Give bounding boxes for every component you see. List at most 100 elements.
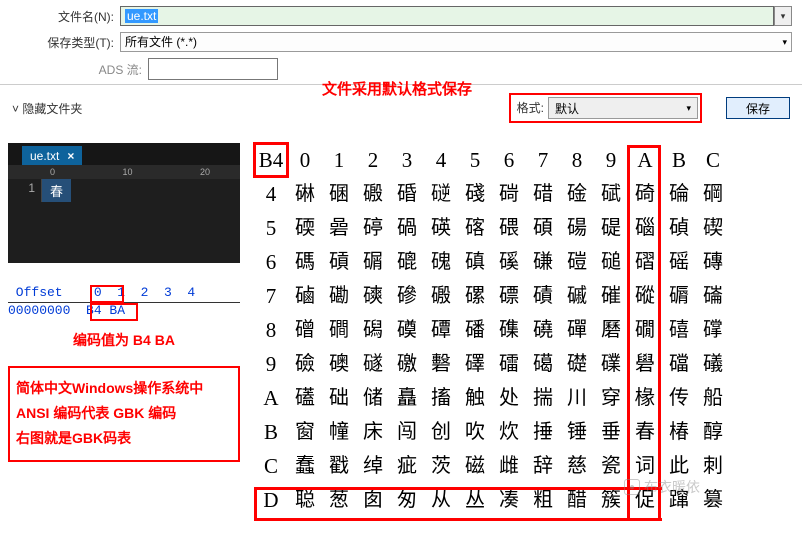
gbk-cell: 穿 [594, 381, 628, 415]
gbk-cell: 磫 [628, 279, 662, 313]
ads-input[interactable] [148, 58, 278, 80]
gbk-col-header: 6 [492, 143, 526, 177]
gbk-cell: 碅 [322, 177, 356, 211]
gbk-cell: 碵 [662, 211, 696, 245]
filename-input[interactable]: ue.txt [120, 6, 774, 26]
gbk-col-header: 5 [458, 143, 492, 177]
gbk-cell: 碮 [594, 211, 628, 245]
gbk-row-header: 9 [254, 347, 288, 381]
gbk-note-line: ANSI 编码代表 GBK 编码 [16, 401, 232, 426]
gbk-cell: 垂 [594, 415, 628, 449]
gbk-cell: 礆 [288, 347, 322, 381]
gbk-cell: 碖 [662, 177, 696, 211]
gbk-cell: 磹 [424, 313, 458, 347]
gbk-cell: 磳 [288, 313, 322, 347]
gbk-cell: 醋 [560, 483, 594, 517]
gbk-cell: 礇 [322, 347, 356, 381]
gbk-cell: 磥 [458, 279, 492, 313]
gbk-cell: 幢 [322, 415, 356, 449]
gbk-cell: 闯 [390, 415, 424, 449]
annotation-gbk-note: 简体中文Windows操作系统中 ANSI 编码代表 GBK 编码 右图就是GB… [8, 366, 240, 462]
gbk-cell: 碝 [288, 211, 322, 245]
gbk-cell: 茨 [424, 449, 458, 483]
gbk-cell: 蠢 [288, 449, 322, 483]
gbk-cell: 碿 [356, 245, 390, 279]
gbk-cell: 搐 [424, 381, 458, 415]
ruler-tick: 20 [200, 167, 210, 177]
gbk-cell: 碠 [356, 211, 390, 245]
gbk-col-header: 3 [390, 143, 424, 177]
gbk-cell: 吹 [458, 415, 492, 449]
gbk-cell: 椿 [662, 415, 696, 449]
gbk-col-header: A [628, 143, 662, 177]
gbk-cell: 磏 [526, 245, 560, 279]
gbk-cell: 碨 [492, 211, 526, 245]
gbk-cell: 词 [628, 449, 662, 483]
gbk-cell: 碭 [560, 211, 594, 245]
gbk-cell: 碄 [288, 177, 322, 211]
gbk-cell: 础 [322, 381, 356, 415]
gbk-col-header: B [662, 143, 696, 177]
gbk-row-header: D [254, 483, 288, 517]
gbk-cell: 礑 [662, 347, 696, 381]
gbk-row-header: C [254, 449, 288, 483]
gbk-cell: 礋 [458, 347, 492, 381]
format-select[interactable]: 默认 ▾ [548, 97, 698, 119]
annotation-code-value: 编码值为 B4 BA [8, 330, 240, 350]
ruler: 0 10 20 [8, 165, 240, 179]
gbk-cell: 绰 [356, 449, 390, 483]
gbk-cell: 碼 [288, 245, 322, 279]
gbk-cell: 碕 [628, 177, 662, 211]
gbk-row-header: 6 [254, 245, 288, 279]
gbk-cell: 磣 [390, 279, 424, 313]
code-line[interactable]: 春 [42, 179, 71, 202]
gbk-lead-byte: B4 [254, 143, 288, 177]
filetype-value: 所有文件 (*.*) [125, 33, 197, 51]
save-button[interactable]: 保存 [726, 97, 790, 119]
gbk-note-line: 右图就是GBK码表 [16, 426, 232, 451]
gbk-col-header: 8 [560, 143, 594, 177]
editor-tab[interactable]: ue.txt × [22, 146, 82, 165]
filename-value: ue.txt [125, 9, 158, 23]
format-label: 格式: [513, 97, 548, 119]
gbk-cell: 春 [628, 415, 662, 449]
gbk-cell: 碏 [526, 177, 560, 211]
gbk-cell: 磁 [458, 449, 492, 483]
gbk-cell: 碞 [322, 211, 356, 245]
ruler-tick: 10 [122, 167, 132, 177]
gbk-col-header: 1 [322, 143, 356, 177]
gbk-cell: 川 [560, 381, 594, 415]
hex-row: 00000000 B4 BA [8, 303, 240, 318]
gbk-cell: 碊 [458, 177, 492, 211]
gbk-cell: 磦 [492, 279, 526, 313]
filetype-select[interactable]: 所有文件 (*.*) ▾ [120, 32, 792, 52]
gbk-cell: 磤 [356, 177, 390, 211]
gbk-cell: 刺 [696, 449, 730, 483]
gbk-cell: 碯 [628, 211, 662, 245]
gbk-col-header: 7 [526, 143, 560, 177]
hide-folders-link[interactable]: 隐藏文件夹 [12, 100, 82, 117]
gbk-cell: 碔 [594, 177, 628, 211]
gbk-cell: 促 [628, 483, 662, 517]
gbk-col-header: C [696, 143, 730, 177]
gbk-cell: 磪 [594, 279, 628, 313]
filetype-label: 保存类型(T): [10, 34, 120, 51]
editor-panel: ue.txt × 0 10 20 1 春 [8, 143, 240, 263]
gbk-cell: 碈 [390, 177, 424, 211]
gbk-cell: 蹿 [662, 483, 696, 517]
gbk-cell: 矗 [390, 381, 424, 415]
hex-view: Offset 0 1 2 3 4 00000000 B4 BA [8, 285, 240, 318]
gbk-cell: 碤 [424, 211, 458, 245]
gbk-cell: 丛 [458, 483, 492, 517]
tab-close-icon[interactable]: × [67, 149, 74, 163]
format-value: 默认 [555, 100, 579, 117]
gbk-cell: 篡 [696, 483, 730, 517]
gbk-cell: 辞 [526, 449, 560, 483]
gbk-cell: 磖 [628, 245, 662, 279]
gbk-row-header: 5 [254, 211, 288, 245]
gbk-cell: 碶 [696, 211, 730, 245]
gbk-cell: 磘 [662, 245, 696, 279]
filename-dropdown-icon[interactable]: ▾ [774, 6, 792, 26]
gbk-cell: 囱 [356, 483, 390, 517]
gbk-cell: 磩 [560, 279, 594, 313]
